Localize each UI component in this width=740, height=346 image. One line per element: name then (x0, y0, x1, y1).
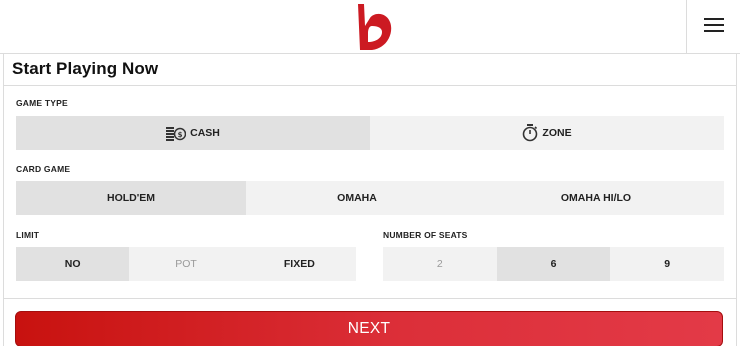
card-game-omaha-option[interactable]: OMAHA (246, 181, 468, 215)
game-type-selector: $ CASH ZONE (16, 116, 724, 150)
limit-no-option[interactable]: NO (16, 247, 130, 281)
top-bar (0, 0, 740, 54)
menu-button[interactable] (687, 0, 740, 54)
limit-selector: NO POT FIXED (16, 247, 356, 281)
limit-label: LIMIT (16, 230, 40, 240)
page-title: Start Playing Now (12, 59, 159, 78)
brand-b-logo[interactable] (352, 2, 398, 52)
card-game-omaha-hilo-option[interactable]: OMAHA HI/LO (468, 181, 724, 215)
seats-6-option[interactable]: 6 (496, 247, 611, 281)
game-type-label: GAME TYPE (16, 98, 68, 108)
game-type-zone-option[interactable]: ZONE (370, 116, 724, 150)
next-button[interactable]: NEXT (15, 311, 723, 346)
card-game-label: CARD GAME (16, 164, 71, 174)
start-playing-card: Start Playing Now GAME TYPE $ CASH ZONE … (3, 54, 737, 346)
limit-pot-option[interactable]: POT (129, 247, 243, 281)
stopwatch-icon (522, 124, 538, 142)
svg-text:$: $ (178, 131, 183, 139)
game-type-cash-label: CASH (190, 127, 220, 139)
card-game-selector: HOLD'EM OMAHA OMAHA HI/LO (16, 181, 724, 215)
game-type-zone-label: ZONE (542, 127, 572, 139)
seats-label: NUMBER OF SEATS (383, 230, 468, 240)
cash-coins-icon: $ (166, 124, 187, 142)
game-type-cash-option[interactable]: $ CASH (16, 116, 370, 150)
hamburger-menu-icon (703, 17, 724, 38)
limit-fixed-option[interactable]: FIXED (242, 247, 356, 281)
seats-2-option[interactable]: 2 (383, 247, 497, 281)
seats-selector: 2 6 9 (383, 247, 725, 281)
card-header: Start Playing Now (4, 54, 736, 86)
seats-9-option[interactable]: 9 (610, 247, 725, 281)
card-game-holdem-option[interactable]: HOLD'EM (16, 181, 246, 215)
form-divider (4, 298, 736, 299)
